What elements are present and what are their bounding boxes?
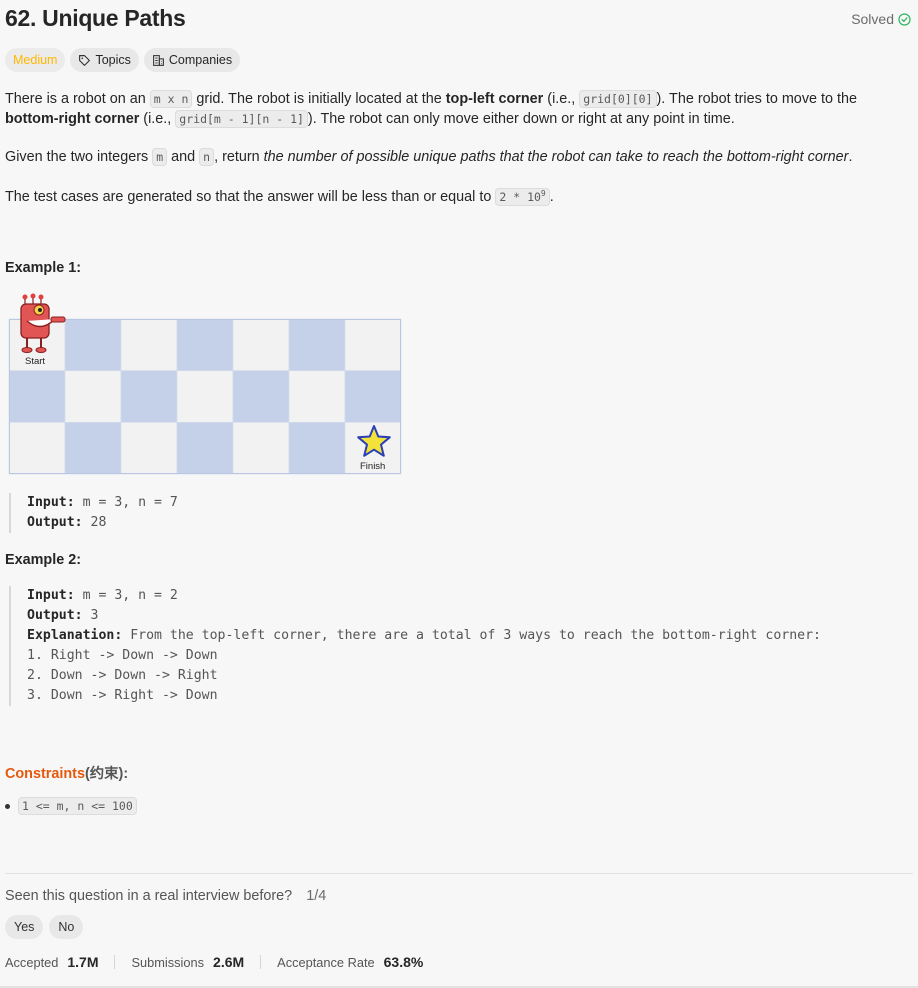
divider [5,873,913,874]
code-mxn: m x n [149,90,193,108]
example-1-title: Example 1: [5,260,81,276]
check-circle-icon [898,12,911,26]
grid-cell [288,318,346,371]
topics-button[interactable]: Topics [70,48,139,72]
grid-cell [120,422,178,475]
bullet-dot [5,803,10,809]
grid-cell [232,370,290,423]
description-paragraph-1: There is a robot on an m x n grid. The r… [5,90,858,128]
code-m: m [152,148,168,166]
interview-buttons: Yes No [5,915,84,939]
companies-button[interactable]: Companies [143,48,241,72]
companies-label: Companies [168,53,233,67]
example-2-title: Example 2: [5,552,81,568]
grid-illustration [8,318,402,475]
grid-cell [120,370,178,423]
star-icon [357,425,391,457]
robot-icon [20,293,66,353]
accepted-value: 1.7M [67,954,99,970]
accepted-label: Accepted [5,954,59,970]
grid-cell [288,422,346,475]
stats-row: Accepted 1.7M Submissions 2.6M Acceptanc… [5,954,423,970]
grid-cell [64,422,122,475]
acceptance-rate-label: Acceptance Rate [277,954,375,970]
yes-button[interactable]: Yes [5,915,44,939]
interview-count: 1/4 [306,888,327,904]
grid-cell [232,422,290,475]
problem-title: 62. Unique Paths [5,5,186,31]
submissions-value: 2.6M [213,954,245,970]
grid-cell [344,318,402,371]
code-limit: 2 * 109 [495,187,550,206]
submissions-label: Submissions [131,954,205,970]
constraints-title: Constraints(约束): [5,766,129,782]
example-1-block: Input: m = 3, n = 7 Output: 28 [9,493,178,533]
grid-cell [8,370,66,423]
grid-cell [232,318,290,371]
tag-row: Medium Topics Companies [5,48,241,72]
finish-label: Finish [360,461,386,472]
grid-cell [176,422,234,475]
constraint-code: 1 <= m, n <= 100 [18,797,137,815]
grid-cell [64,318,122,371]
description-paragraph-3: The test cases are generated so that the… [5,187,554,206]
no-button[interactable]: No [49,915,84,939]
difficulty-badge: Medium [5,48,66,72]
constraint-item: 1 <= m, n <= 100 [5,797,137,815]
code-grid-end: grid[m - 1][n - 1] [175,110,308,128]
tag-icon [79,54,91,66]
description-paragraph-2: Given the two integers m and n, return t… [5,148,853,166]
topics-label: Topics [95,53,131,67]
start-label: Start [25,356,46,367]
grid-cell [288,370,346,423]
code-grid-start: grid[0][0] [579,90,657,108]
solved-label: Solved [851,11,894,27]
example-2-block: Input: m = 3, n = 2 Output: 3 Explanatio… [9,586,821,706]
building-icon [153,54,164,66]
grid-cell [176,370,234,423]
grid-cell [120,318,178,371]
acceptance-rate-value: 63.8% [383,954,424,970]
code-n: n [199,148,215,166]
grid-cell [344,370,402,423]
grid-cell [64,370,122,423]
solved-status: Solved [851,11,911,27]
grid-cell [8,422,66,475]
interview-question: Seen this question in a real interview b… [5,888,327,904]
grid-cell [176,318,234,371]
